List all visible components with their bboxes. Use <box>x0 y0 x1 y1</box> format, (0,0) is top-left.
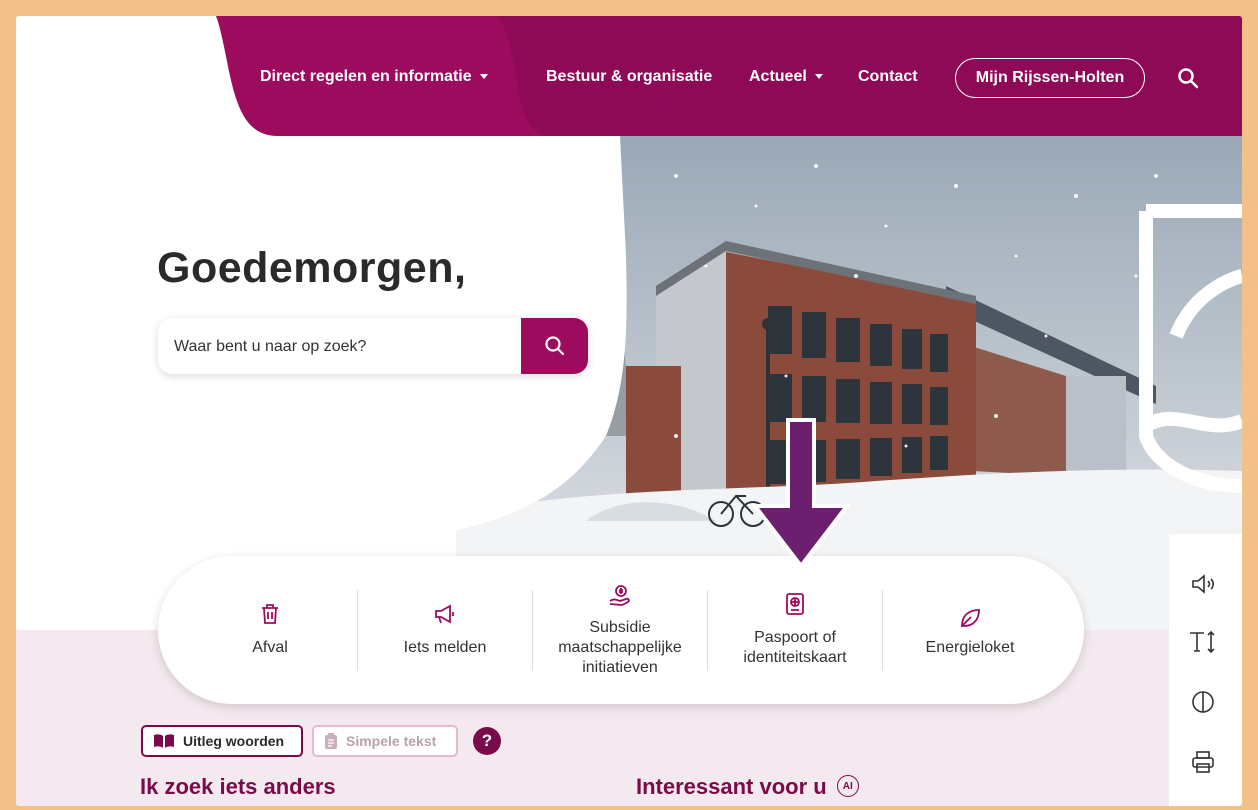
greeting-heading: Goedemorgen, <box>157 244 467 292</box>
search-icon[interactable] <box>1176 66 1200 90</box>
annotation-arrow <box>752 418 852 568</box>
uitleg-woorden-button[interactable]: Uitleg woorden <box>141 725 303 757</box>
account-button[interactable]: Mijn Rijssen-Holten <box>955 58 1145 98</box>
chevron-down-icon <box>479 74 488 80</box>
quick-link-paspoort[interactable]: Paspoort of identiteitskaart <box>707 556 883 704</box>
logo[interactable]: Gemeente Rijssen Holten <box>38 40 188 112</box>
section-heading-ik-zoek: Ik zoek iets anders <box>140 774 336 799</box>
quick-link-label: Iets melden <box>403 639 487 656</box>
print-icon[interactable] <box>1185 744 1221 780</box>
nav-bestuur[interactable]: Bestuur & organisatie <box>546 68 712 86</box>
quick-link-label: Subsidie maatschappelijke initiatieven <box>558 619 682 676</box>
logo-small-text: Gemeente <box>104 44 142 53</box>
speaker-icon[interactable] <box>1185 566 1221 602</box>
nav-label: Bestuur & organisatie <box>546 68 713 85</box>
passport-icon <box>786 593 804 615</box>
nav-direct-regelen[interactable]: Direct regelen en informatie <box>260 68 488 86</box>
quick-link-energieloket[interactable]: Energieloket <box>882 556 1058 704</box>
search-input[interactable] <box>172 318 516 374</box>
simpel-label: Simpele tekst <box>346 733 437 749</box>
logo-line1: Rijssen <box>103 53 178 76</box>
quick-links-bar: Afval Iets melden Subsidie maatschappeli… <box>158 556 1084 704</box>
search-button[interactable] <box>521 318 588 374</box>
nav-label: Actueel <box>749 68 807 85</box>
site-header: Gemeente Rijssen Holten Direct regelen e… <box>16 16 1242 136</box>
help-button[interactable]: ? <box>473 727 501 755</box>
nav-actueel[interactable]: Actueel <box>749 68 823 86</box>
nav-contact[interactable]: Contact <box>858 68 918 86</box>
uitleg-label: Uitleg woorden <box>183 733 285 749</box>
quick-link-iets-melden[interactable]: Iets melden <box>357 556 533 704</box>
ai-badge-icon[interactable]: AI <box>836 775 859 798</box>
trash-icon <box>262 604 278 624</box>
nav-label: Direct regelen en informatie <box>260 68 472 85</box>
hero-search <box>158 318 588 374</box>
accessibility-toolbar <box>1169 534 1242 806</box>
megaphone-icon <box>435 604 454 624</box>
section-heading-label: Interessant voor u <box>636 774 827 799</box>
page-frame: Gemeente Rijssen Holten Direct regelen e… <box>16 16 1242 806</box>
section-heading-interessant: Interessant voor u AI <box>636 774 859 800</box>
search-icon <box>544 336 564 356</box>
nav-label: Contact <box>858 68 918 85</box>
quick-link-subsidie[interactable]: Subsidie maatschappelijke initiatieven <box>532 556 708 704</box>
quick-link-label: Energieloket <box>925 639 1015 656</box>
logo-shield-icon <box>40 42 94 112</box>
quick-link-label: Afval <box>252 639 288 656</box>
money-hand-icon <box>609 585 630 606</box>
text-size-icon[interactable] <box>1185 624 1221 660</box>
quick-link-label: Paspoort of identiteitskaart <box>743 629 847 666</box>
simpele-tekst-button[interactable]: Simpele tekst <box>312 725 458 757</box>
logo-line2: Holten <box>103 75 169 98</box>
contrast-icon[interactable] <box>1185 684 1221 720</box>
book-icon <box>154 734 174 748</box>
clipboard-icon <box>325 733 337 749</box>
leaf-icon <box>961 609 980 627</box>
chevron-down-icon <box>814 74 823 80</box>
quick-link-afval[interactable]: Afval <box>182 556 358 704</box>
